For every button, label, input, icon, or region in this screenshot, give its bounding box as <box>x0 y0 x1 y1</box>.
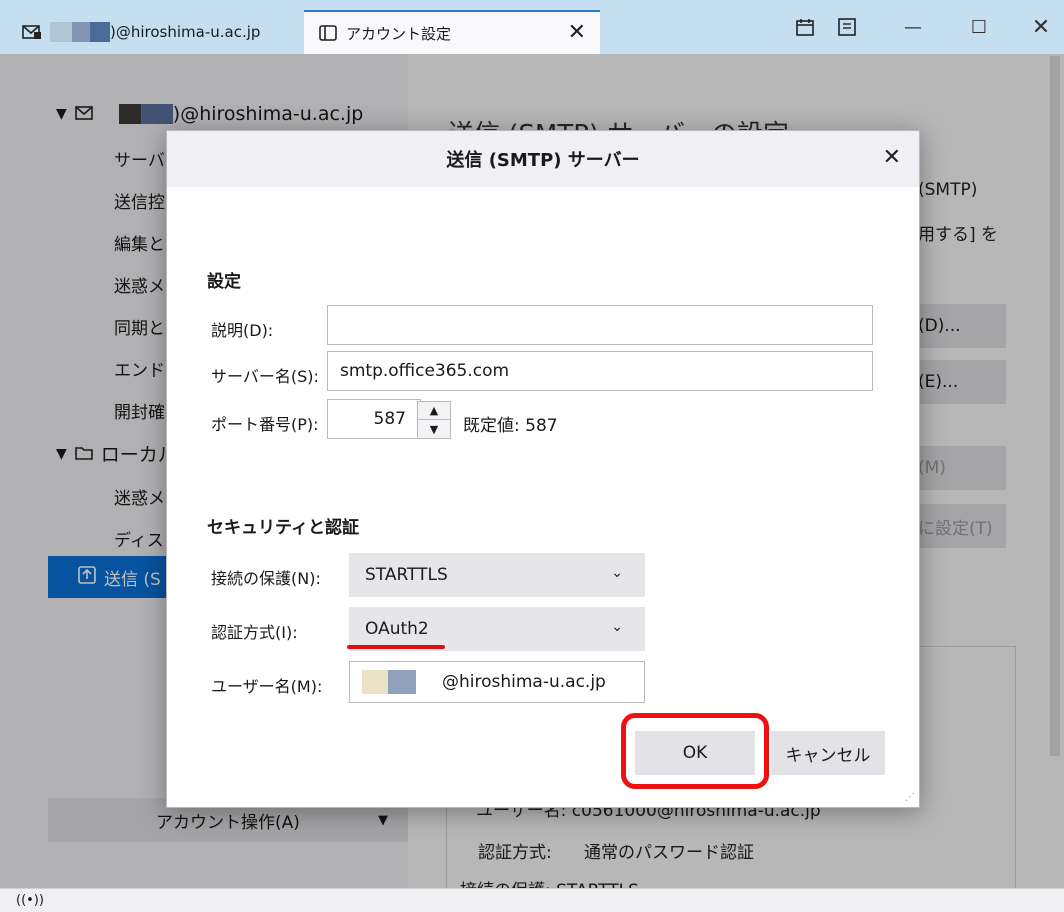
connection-security-select[interactable]: STARTTLS ⌄ <box>349 553 645 597</box>
connection-security-value: STARTTLS <box>365 565 448 585</box>
chevron-up-icon[interactable]: ▲ <box>418 402 450 420</box>
tab-mail-label: )@hiroshima-u.ac.jp <box>110 23 261 41</box>
port-stepper[interactable]: ▲ ▼ <box>417 401 451 439</box>
redacted-block <box>50 22 72 42</box>
description-label: 説明(D): <box>211 321 274 340</box>
status-bar: ((•)) <box>0 888 1064 912</box>
auth-method-value: OAuth2 <box>365 619 429 639</box>
tab-mail[interactable]: )@hiroshima-u.ac.jp <box>10 10 302 54</box>
redacted-block <box>72 22 90 42</box>
chevron-down-icon[interactable]: ▼ <box>418 420 450 438</box>
calendar-icon[interactable] <box>782 0 828 54</box>
online-status-icon[interactable]: ((•)) <box>16 893 44 908</box>
server-name-field[interactable]: smtp.office365.com <box>327 351 873 391</box>
settings-page-icon <box>318 24 338 42</box>
resize-grip-icon[interactable]: ⋰ <box>905 792 915 803</box>
close-window-button[interactable]: ✕ <box>1018 0 1064 54</box>
security-heading: セキュリティと認証 <box>207 518 359 538</box>
auth-method-label: 認証方式(I): <box>211 623 298 642</box>
close-icon[interactable]: ✕ <box>568 20 586 45</box>
username-field[interactable]: @hiroshima-u.ac.jp <box>349 661 645 703</box>
redacted-block <box>90 22 110 42</box>
username-value: @hiroshima-u.ac.jp <box>442 672 606 692</box>
port-label: ポート番号(P): <box>211 415 319 434</box>
dialog-title: 送信 (SMTP) サーバー <box>167 131 919 187</box>
maximize-button[interactable]: ☐ <box>956 0 1002 54</box>
title-bar: )@hiroshima-u.ac.jp アカウント設定 ✕ — ☐ ✕ <box>0 0 1064 54</box>
smtp-server-dialog: 送信 (SMTP) サーバー ✕ 設定 説明(D): サーバー名(S): smt… <box>166 130 920 808</box>
port-default-text: 既定値: 587 <box>463 416 558 436</box>
minimize-button[interactable]: — <box>890 0 936 54</box>
tab-account-settings-label: アカウント設定 <box>346 24 452 43</box>
mail-lock-icon <box>22 23 42 41</box>
redacted-block <box>362 670 388 694</box>
username-label: ユーザー名(M): <box>211 677 323 696</box>
highlight-underline <box>347 645 445 649</box>
cancel-button[interactable]: キャンセル <box>771 731 885 775</box>
ok-button[interactable]: OK <box>635 731 755 775</box>
connection-security-label: 接続の保護(N): <box>211 569 321 588</box>
server-name-label: サーバー名(S): <box>211 367 319 386</box>
settings-heading: 設定 <box>207 272 241 292</box>
tab-account-settings[interactable]: アカウント設定 ✕ <box>304 10 600 54</box>
description-field[interactable] <box>327 305 873 345</box>
close-icon[interactable]: ✕ <box>883 145 901 170</box>
port-field[interactable]: 587 <box>327 399 421 439</box>
chevron-down-icon: ⌄ <box>611 619 623 635</box>
redacted-block <box>388 670 416 694</box>
tasks-icon[interactable] <box>824 0 870 54</box>
chevron-down-icon: ⌄ <box>611 565 623 581</box>
